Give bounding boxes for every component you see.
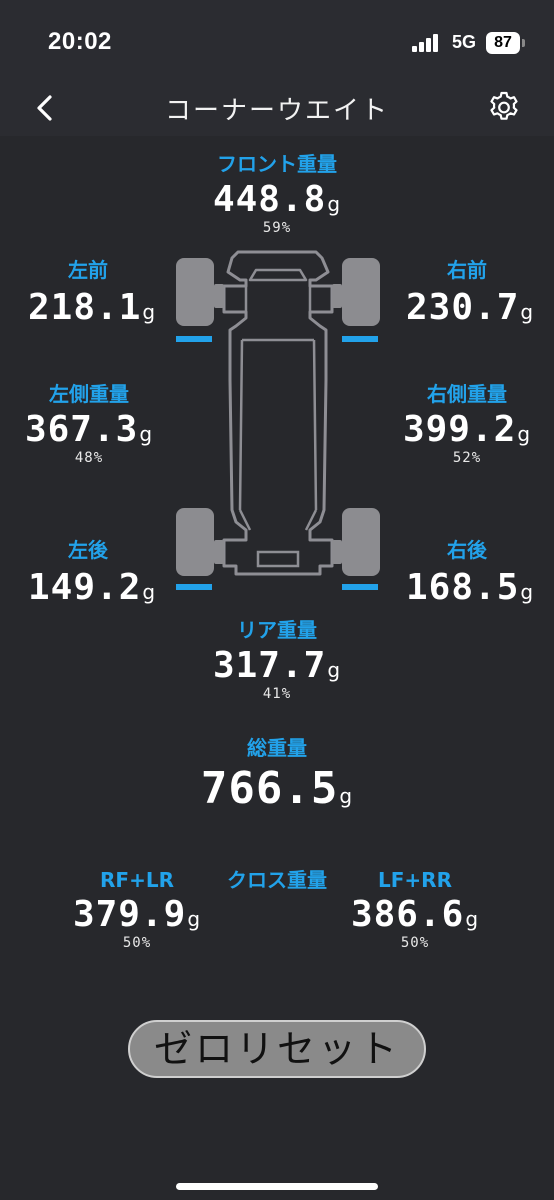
left-front-value: 218.1g [28,287,157,328]
nav-bar: コーナーウエイト [0,80,554,136]
lf-rr-label: LF+RR [378,868,452,892]
rear-weight-value: 317.7g [212,645,342,686]
cross-weight-lf-rr: LF+RR 386.6g 50% [350,868,480,951]
total-weight-label: 総重量 [247,736,307,760]
home-indicator[interactable] [176,1183,378,1190]
signal-icon [412,32,442,52]
left-front-weight: 左前 218.1g [28,254,157,328]
wheel-rear-right [332,508,380,576]
right-side-percent: 52% [452,450,482,466]
rear-weight-label: リア重量 [237,618,317,642]
wheel-front-right [332,258,380,326]
scale-indicator-front-left [176,336,212,342]
right-side-weight: 右側重量 399.2g 52% [402,378,532,466]
left-side-label: 左側重量 [49,382,129,406]
right-side-label: 右側重量 [427,382,507,406]
wheel-front-left [176,258,224,326]
front-weight-label: フロント重量 [217,152,337,176]
right-rear-weight: 右後 168.5g [406,534,535,608]
page-title: コーナーウエイト [164,96,389,126]
left-side-weight: 左側重量 367.3g 48% [24,378,154,466]
right-rear-label: 右後 [447,538,487,562]
settings-button[interactable] [486,90,522,126]
status-time: 20:02 [48,28,112,55]
front-weight: フロント重量 448.8g 59% [177,148,377,236]
gear-icon [490,91,518,120]
rear-weight: リア重量 317.7g 41% [177,614,377,702]
right-front-value: 230.7g [406,287,535,328]
scale-indicator-front-right [342,336,378,342]
network-type: 5G [452,32,477,52]
chassis-inner [238,268,318,531]
cross-weight-label-block: クロス重量 [197,864,357,893]
left-rear-label: 左後 [68,538,108,562]
total-weight: 総重量 766.5g [157,732,397,814]
lf-rr-value: 386.6g [350,894,480,935]
scale-indicator-rear-right [342,584,378,590]
cross-weight-label: クロス重量 [227,868,327,892]
rear-bumper [256,550,300,568]
left-side-percent: 48% [74,450,104,466]
left-side-value: 367.3g [24,409,154,450]
total-weight-value: 766.5g [200,763,354,814]
right-front-label: 右前 [447,258,487,282]
left-rear-value: 149.2g [28,567,157,608]
left-front-label: 左前 [68,258,108,282]
lf-rr-percent: 50% [400,935,430,951]
zero-reset-button[interactable]: ゼロリセット [128,1020,426,1078]
cross-weight-rf-lr: RF+LR 379.9g 50% [72,868,202,951]
rf-lr-percent: 50% [122,935,152,951]
rf-lr-label: RF+LR [100,868,174,892]
rf-lr-value: 379.9g [72,894,202,935]
rear-weight-percent: 41% [262,686,292,702]
wheel-rear-left [176,508,224,576]
right-front-weight: 右前 230.7g [406,254,535,328]
chassis-diagram [176,250,380,590]
right-rear-value: 168.5g [406,567,535,608]
front-weight-value: 448.8g [212,179,342,220]
battery-tip [522,39,525,47]
right-side-value: 399.2g [402,409,532,450]
left-rear-weight: 左後 149.2g [28,534,157,608]
battery-level: 87 [494,34,512,51]
battery-icon: 87 [486,32,520,54]
status-bar: 20:02 5G 87 [0,0,554,80]
scale-indicator-rear-left [176,584,212,590]
front-weight-percent: 59% [262,220,292,236]
